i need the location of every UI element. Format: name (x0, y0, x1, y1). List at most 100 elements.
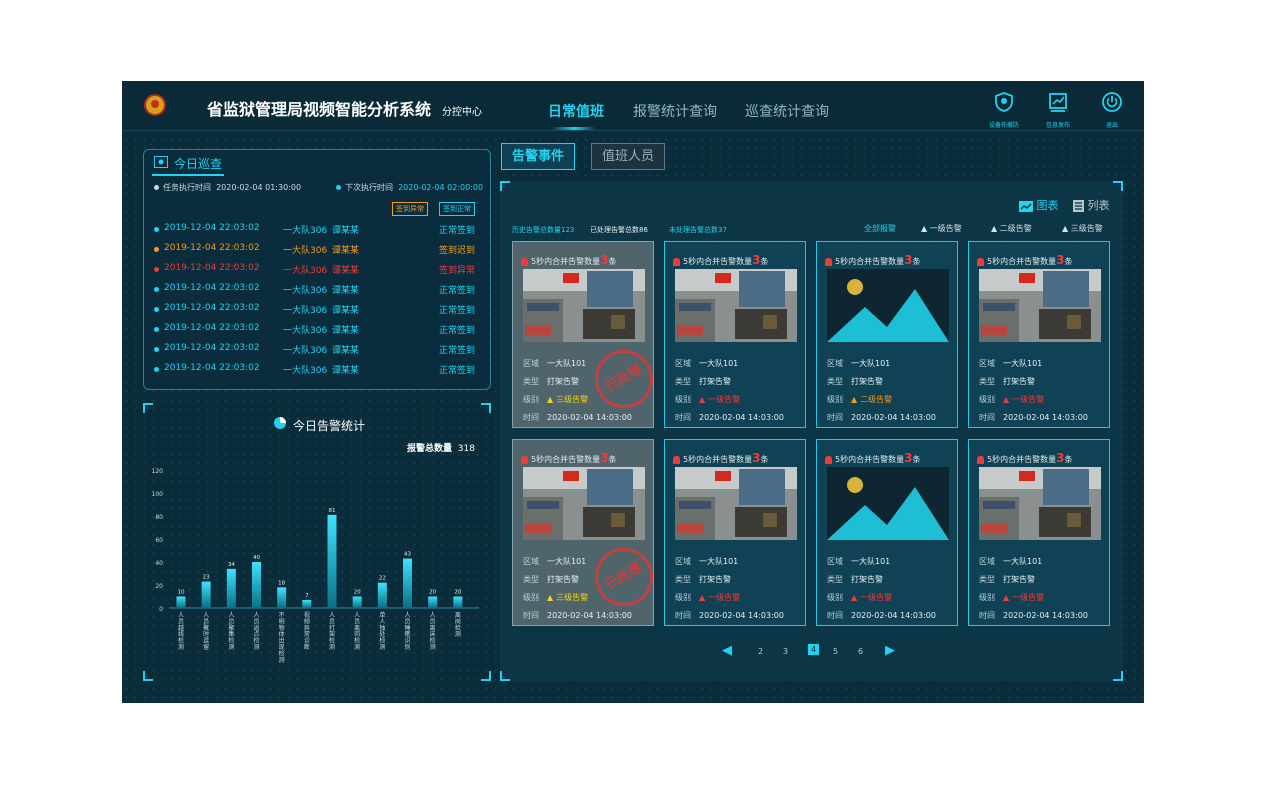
page-number[interactable]: 4 (808, 644, 820, 655)
warning-icon: ▲ (991, 224, 998, 233)
filter-level2[interactable]: ▲ 二级告警 (991, 223, 1032, 234)
alarm-card[interactable]: 5秒内合并告警数量3条 区域 一大队101 类型 打架告警 级别 ▲ 一级告警 时间 2020-0… (664, 439, 806, 626)
today-alarm-stats-panel: 今日告警统计 报警总数量 318 0 20 40 60 80 100 120 10 人员越线检测… (143, 403, 491, 681)
alarm-siren-icon (521, 257, 528, 266)
chart-bar[interactable] (226, 568, 236, 608)
card-level-label: 级别 (523, 395, 539, 404)
card-type-value: 打架告警 (547, 575, 579, 584)
next-page-icon[interactable]: ▶ (885, 643, 895, 658)
patrol-row[interactable]: 2019-12-04 22:03:02 一大队306 谭某某 正常签到 (154, 303, 484, 317)
prev-page-icon[interactable]: ◀ (722, 643, 732, 658)
tab-alarm-events[interactable]: 告警事件 (501, 143, 576, 170)
chart-bar[interactable] (428, 596, 438, 609)
patrol-row[interactable]: 2019-12-04 22:03:02 一大队306 谭某某 正常签到 (154, 323, 484, 337)
page-number[interactable]: 2 (758, 647, 763, 656)
chart-bar[interactable] (277, 587, 287, 608)
page-number[interactable]: 6 (858, 647, 863, 656)
logout-button[interactable]: 退出 (1089, 91, 1135, 129)
surveillance-snapshot (979, 467, 1101, 540)
next-time-label: 下次执行时间 (345, 183, 393, 192)
bar-value-label: 40 (253, 555, 260, 561)
chart-bar[interactable] (352, 596, 362, 609)
surveillance-snapshot (979, 269, 1101, 342)
patrol-row[interactable]: 2019-12-04 22:03:02 一大队306 谭某某 正常签到 (154, 343, 484, 357)
card-time-value: 2020-02-04 14:03:00 (699, 413, 784, 422)
tab-daily-duty[interactable]: 日常值班 (548, 101, 604, 121)
surveillance-snapshot (675, 269, 797, 342)
view-chart-button[interactable]: 图表 (1019, 197, 1059, 213)
card-thumbnail (979, 467, 1101, 540)
unprocessed-value: 37 (718, 226, 727, 234)
patrol-row[interactable]: 2019-12-04 22:03:02 一大队306 谭某某 签到迟到 (154, 243, 484, 257)
bar-value-label: 20 (354, 590, 361, 596)
alarm-siren-icon (673, 257, 680, 266)
patrol-time: 2019-12-04 22:03:02 (164, 303, 260, 313)
card-type-field: 类型 打架告警 (675, 574, 731, 585)
x-category-label: 人员睡眠识别 (404, 612, 410, 651)
card-level-label: 级别 (979, 395, 995, 404)
card-type-value: 打架告警 (699, 377, 731, 386)
page-number[interactable]: 5 (833, 647, 838, 656)
filter-abnormal-button[interactable]: 签到异常 (392, 202, 428, 216)
alarm-card[interactable]: 5秒内合并告警数量3条 区域 一大队101 类型 打架告警 级别 ▲ 三级告警 时间 2020-0… (512, 439, 664, 626)
corner-decoration (500, 671, 510, 681)
alarm-card[interactable]: 5秒内合并告警数量3条 区域 一大队101 类型 打架告警 级别 ▲ 一级告警 时间 2020-0… (816, 439, 958, 626)
chart-bar[interactable] (302, 599, 312, 608)
card-area-label: 区域 (979, 359, 995, 368)
patrol-person: 谭某某 (332, 286, 360, 296)
chart-bar[interactable] (201, 581, 211, 608)
card-area-value: 一大队101 (547, 557, 587, 566)
x-category-label: 人员离床检测 (430, 612, 436, 651)
tab-alarm-statistics[interactable]: 报警统计查询 (633, 101, 717, 121)
line-chart-icon (1019, 200, 1033, 212)
card-level-label: 级别 (979, 593, 995, 602)
chart-bar[interactable] (453, 596, 463, 609)
patrol-time: 2019-12-04 22:03:02 (164, 283, 260, 293)
alarm-card[interactable]: 5秒内合并告警数量3条 区域 一大队101 类型 打架告警 级别 ▲ 一级告警 时间 2020-0… (968, 241, 1110, 428)
patrol-row[interactable]: 2019-12-04 22:03:02 一大队306 谭某某 签到异常 (154, 263, 484, 277)
merge-count-prefix: 5秒内合并告警数量 (531, 257, 601, 266)
bar-value-label: 43 (404, 552, 411, 558)
alarm-card[interactable]: 5秒内合并告警数量3条 区域 一大队101 类型 打架告警 级别 ▲ 一级告警 时间 2020-0… (968, 439, 1110, 626)
filter-all-alarms[interactable]: 全部报警 (864, 223, 896, 234)
card-type-field: 类型 打架告警 (675, 376, 731, 387)
patrol-team: 一大队306 (283, 326, 328, 336)
tab-patrol-statistics[interactable]: 巡查统计查询 (745, 101, 829, 121)
filter-level3[interactable]: ▲ 三级告警 (1062, 223, 1103, 234)
page-number[interactable]: 3 (783, 647, 788, 656)
card-type-label: 类型 (675, 377, 691, 386)
chart-bar[interactable] (377, 582, 387, 608)
patrol-team: 一大队306 (283, 346, 328, 356)
view-list-button[interactable]: 列表 (1073, 197, 1110, 213)
filter-level1-label: 一级告警 (929, 224, 962, 233)
card-area-field: 区域 一大队101 (675, 556, 738, 567)
alarm-card[interactable]: 5秒内合并告警数量3条 区域 一大队101 类型 打架告警 级别 ▲ 二级告警 时间 2020-0… (816, 241, 958, 428)
filter-level1[interactable]: ▲ 一级告警 (921, 223, 962, 234)
card-time-value: 2020-02-04 14:03:00 (851, 611, 936, 620)
bar-value-label: 23 (203, 575, 210, 581)
device-arming-button[interactable]: 设备布撤防 (981, 91, 1027, 129)
info-publish-button[interactable]: 信息发布 (1035, 91, 1081, 129)
status-dot (154, 287, 159, 292)
patrol-row[interactable]: 2019-12-04 22:03:02 一大队306 谭某某 正常签到 (154, 223, 484, 237)
x-category-label: 人员聚时逗留 (203, 612, 209, 651)
patrol-person: 谭某某 (332, 346, 360, 356)
card-time-label: 时间 (979, 413, 995, 422)
task-time-label: 任务执行时间 (163, 183, 211, 192)
card-area-label: 区域 (827, 557, 843, 566)
alarm-card[interactable]: 5秒内合并告警数量3条 区域 一大队101 类型 打架告警 级别 ▲ 三级告警 时间 2020-0… (512, 241, 664, 428)
patrol-row[interactable]: 2019-12-04 22:03:02 一大队306 谭某某 正常签到 (154, 283, 484, 297)
chart-bar[interactable] (252, 562, 261, 608)
chart-bar[interactable] (327, 514, 337, 608)
bar-value-label: 18 (278, 580, 285, 586)
card-type-label: 类型 (523, 377, 539, 386)
alarm-card[interactable]: 5秒内合并告警数量3条 区域 一大队101 类型 打架告警 级别 ▲ 一级告警 时间 2020-0… (664, 241, 806, 428)
tab-duty-staff[interactable]: 值班人员 (591, 143, 666, 170)
chart-bar[interactable] (176, 596, 186, 609)
patrol-row[interactable]: 2019-12-04 22:03:02 一大队306 谭某某 正常签到 (154, 363, 484, 377)
chart-bar[interactable] (403, 558, 412, 608)
alarm-siren-icon (825, 257, 832, 266)
warning-icon: ▲ (851, 593, 858, 602)
filter-normal-button[interactable]: 签到正常 (439, 202, 475, 216)
patrol-time: 2019-12-04 22:03:02 (164, 223, 260, 233)
